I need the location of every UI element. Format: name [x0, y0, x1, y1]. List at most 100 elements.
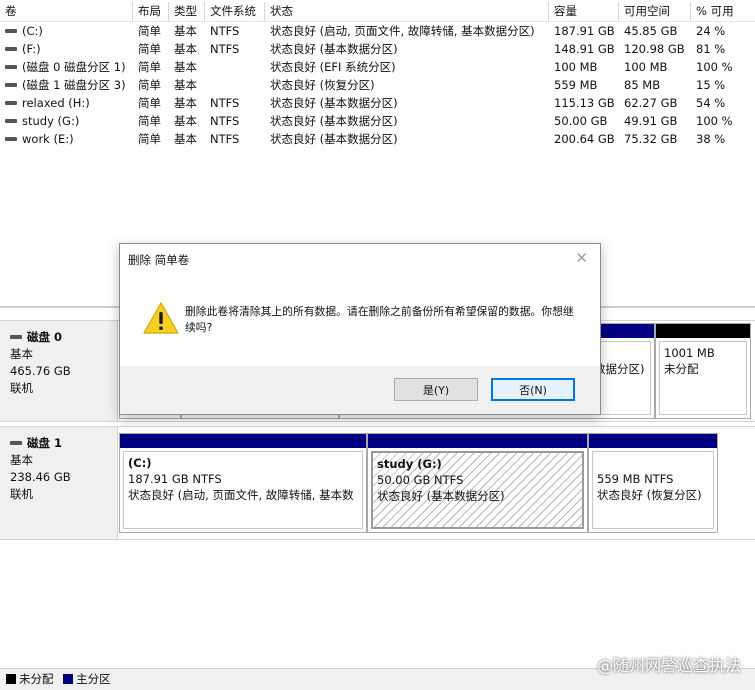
volume-capacity: 100 MB	[554, 60, 598, 74]
column-header-filesystem[interactable]: 文件系统	[205, 2, 265, 21]
drive-icon	[5, 46, 17, 51]
volume-status: 状态良好 (基本数据分区)	[270, 42, 398, 56]
primary-swatch	[63, 673, 74, 684]
partition-status-fragment: 数据分区)	[594, 362, 645, 376]
volume-name: work (E:)	[22, 132, 74, 146]
dialog-footer: 是(Y) 否(N)	[120, 366, 600, 414]
volume-capacity: 50.00 GB	[554, 114, 608, 128]
column-header-free-space[interactable]: 可用空间	[619, 2, 691, 21]
volume-list-header: 卷 布局 类型 文件系统 状态 容量 可用空间 % 可用	[0, 2, 755, 22]
unallocated-label: 未分配	[664, 362, 699, 376]
volume-capacity: 200.64 GB	[554, 132, 615, 146]
legend-unallocated: 未分配	[19, 672, 54, 686]
volume-status: 状态良好 (恢复分区)	[270, 78, 375, 92]
disk-type: 基本	[10, 347, 33, 361]
partition-size: 187.91 GB NTFS	[128, 472, 222, 486]
partition-recovery[interactable]: 559 MB NTFS 状态良好 (恢复分区)	[588, 433, 718, 533]
volume-layout: 简单	[138, 24, 161, 38]
partition-status: 状态良好 (启动, 页面文件, 故障转储, 基本数	[128, 488, 354, 502]
partition-name: study (G:)	[377, 457, 442, 471]
column-header-volume[interactable]: 卷	[0, 2, 133, 21]
volume-free-space: 120.98 GB	[624, 42, 685, 56]
table-row[interactable]: (F:) 简单 基本 NTFS 状态良好 (基本数据分区) 148.91 GB …	[0, 40, 755, 58]
volume-filesystem: NTFS	[210, 96, 240, 110]
volume-filesystem: NTFS	[210, 114, 240, 128]
column-header-status[interactable]: 状态	[265, 2, 549, 21]
disk-1-row: 磁盘 1 基本 238.46 GB 联机 (C:) 187.91 GB NTFS…	[0, 426, 755, 540]
close-icon[interactable]: ✕	[575, 249, 588, 267]
volume-name: (磁盘 0 磁盘分区 1)	[22, 60, 126, 74]
volume-free-space: 49.91 GB	[624, 114, 678, 128]
table-row[interactable]: work (E:) 简单 基本 NTFS 状态良好 (基本数据分区) 200.6…	[0, 130, 755, 148]
column-header-percent-free[interactable]: % 可用	[691, 2, 755, 21]
volume-name: (F:)	[22, 42, 41, 56]
no-button[interactable]: 否(N)	[491, 378, 575, 401]
volume-free-space: 45.85 GB	[624, 24, 678, 38]
yes-button[interactable]: 是(Y)	[394, 378, 478, 401]
dialog-title: 删除 简单卷	[128, 253, 190, 267]
partition-status: 状态良好 (恢复分区)	[597, 488, 702, 502]
volume-status: 状态良好 (基本数据分区)	[270, 132, 398, 146]
disk-state: 联机	[10, 381, 33, 395]
volume-name: relaxed (H:)	[22, 96, 90, 110]
drive-icon	[5, 100, 17, 105]
volume-filesystem	[205, 58, 265, 76]
table-row[interactable]: relaxed (H:) 简单 基本 NTFS 状态良好 (基本数据分区) 11…	[0, 94, 755, 112]
volume-name: study (G:)	[22, 114, 80, 128]
column-header-capacity[interactable]: 容量	[549, 2, 619, 21]
volume-type: 基本	[174, 60, 197, 74]
volume-name: (磁盘 1 磁盘分区 3)	[22, 78, 126, 92]
partition-study-selected[interactable]: study (G:) 50.00 GB NTFS 状态良好 (基本数据分区)	[367, 433, 588, 533]
unallocated-partition[interactable]: 1001 MB 未分配	[655, 323, 751, 419]
volume-percent-free: 100 %	[696, 114, 733, 128]
volume-type: 基本	[174, 132, 197, 146]
drive-icon	[5, 28, 17, 33]
disk-0-label[interactable]: 磁盘 0 基本 465.76 GB 联机	[0, 321, 118, 421]
drive-icon	[5, 64, 17, 69]
partition-size-fragment: S	[594, 345, 646, 361]
volume-type: 基本	[174, 24, 197, 38]
volume-status: 状态良好 (EFI 系统分区)	[270, 60, 396, 74]
dialog-message: 删除此卷将清除其上的所有数据。请在删除之前备份所有希望保留的数据。你想继续吗?	[185, 305, 574, 334]
disk-icon	[10, 440, 22, 445]
table-row[interactable]: (磁盘 1 磁盘分区 3) 简单 基本 状态良好 (恢复分区) 559 MB 8…	[0, 76, 755, 94]
disk-1-label[interactable]: 磁盘 1 基本 238.46 GB 联机	[0, 427, 118, 539]
volume-free-space: 75.32 GB	[624, 132, 678, 146]
volume-capacity: 559 MB	[554, 78, 598, 92]
column-header-type[interactable]: 类型	[169, 2, 205, 21]
volume-layout: 简单	[138, 42, 161, 56]
partition-bar	[589, 434, 717, 448]
table-row[interactable]: (磁盘 0 磁盘分区 1) 简单 基本 状态良好 (EFI 系统分区) 100 …	[0, 58, 755, 76]
volume-status: 状态良好 (基本数据分区)	[270, 96, 398, 110]
volume-layout: 简单	[138, 96, 161, 110]
volume-percent-free: 38 %	[696, 132, 726, 146]
volume-layout: 简单	[138, 60, 161, 74]
volume-percent-free: 54 %	[696, 96, 726, 110]
volume-status: 状态良好 (基本数据分区)	[270, 114, 398, 128]
unallocated-size: 1001 MB	[664, 346, 715, 360]
column-header-layout[interactable]: 布局	[133, 2, 169, 21]
volume-layout: 简单	[138, 114, 161, 128]
drive-icon	[5, 82, 17, 87]
table-row[interactable]: study (G:) 简单 基本 NTFS 状态良好 (基本数据分区) 50.0…	[0, 112, 755, 130]
volume-type: 基本	[174, 114, 197, 128]
partition-size: 50.00 GB NTFS	[377, 473, 464, 487]
partition-bar	[120, 434, 366, 448]
disk-title: 磁盘 0	[27, 330, 63, 344]
disk-state: 联机	[10, 487, 33, 501]
volume-status: 状态良好 (启动, 页面文件, 故障转储, 基本数据分区)	[270, 24, 535, 38]
partition-name: (C:)	[128, 456, 152, 470]
drive-icon	[5, 118, 17, 123]
drive-icon	[5, 136, 17, 141]
watermark: @随州网警巡查执法	[596, 656, 741, 675]
volume-percent-free: 24 %	[696, 24, 726, 38]
disk-type: 基本	[10, 453, 33, 467]
disk-title: 磁盘 1	[27, 436, 63, 450]
table-row[interactable]: (C:) 简单 基本 NTFS 状态良好 (启动, 页面文件, 故障转储, 基本…	[0, 22, 755, 40]
disk-size: 465.76 GB	[10, 364, 71, 378]
volume-filesystem: NTFS	[210, 132, 240, 146]
delete-volume-dialog: 删除 简单卷 ✕ 删除此卷将清除其上的所有数据。请在删除之前备份所有希望保留的数…	[119, 243, 601, 415]
volume-filesystem: NTFS	[210, 42, 240, 56]
partition-c[interactable]: (C:) 187.91 GB NTFS 状态良好 (启动, 页面文件, 故障转储…	[119, 433, 367, 533]
volume-filesystem	[205, 76, 265, 94]
